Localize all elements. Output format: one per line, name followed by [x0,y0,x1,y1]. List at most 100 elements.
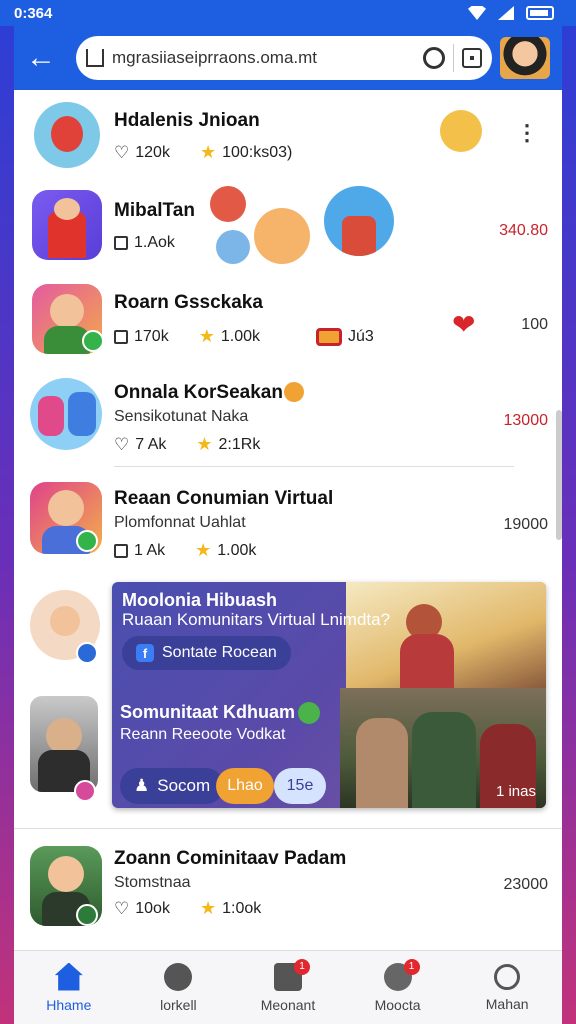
avatar[interactable] [30,696,98,792]
promo-image [346,582,546,688]
avatar [32,190,102,260]
battery-icon [526,6,554,20]
star-icon: ★ [199,142,217,162]
likes-stat: ♡ 7 Ak [114,434,167,454]
stars-stat: ★ 1:0ok [199,898,262,918]
promo-primary-button[interactable]: f Sontate Rocean [122,636,291,670]
avatar [324,186,394,256]
compass-icon [164,962,193,991]
toolbar-divider [453,44,454,72]
home-icon [54,962,83,991]
list-item[interactable]: MibalTan 1.Aok 340.80 [14,182,562,278]
item-value: 100 [521,316,548,333]
back-arrow-icon[interactable]: ← [26,41,66,75]
list-item[interactable]: Roarn Gssckaka 170k ★ 1.00k Jú3 ❤ 100 [14,278,562,374]
sticker-cluster [210,186,310,272]
item-title: MibalTan [114,200,195,221]
heart-icon: ♡ [114,434,130,454]
list-item[interactable]: Hdalenis Jnioan ♡ 120k ★ 100:ks03) ⋮ [14,90,562,182]
promo-pill[interactable]: Lhao [216,768,274,804]
views-stat: 170k [114,326,169,347]
address-bar[interactable]: mgrasiiaseiprraons.oma.mt [76,36,492,80]
views-stat: 1.Aok [114,234,175,252]
status-bar: 0:364 [0,0,576,26]
notification-badge: 1 [403,958,420,975]
nav-messages[interactable]: 1 Meonant [238,958,338,1013]
promo-pill[interactable]: 15e [274,768,326,804]
signal-icon [498,6,514,20]
extra-stat: Jú3 [315,326,374,347]
promo-subtitle-secondary: Reann Reeoote Vodkat [120,726,286,743]
star-icon: ★ [195,540,212,560]
nav-chat[interactable]: 1 Moocta [348,958,448,1013]
item-title: Zoann Cominitaav Padam [114,848,347,869]
item-title: Roarn Gssckaka [114,292,263,313]
facebook-icon: f [136,644,154,662]
stars-stat: ★ 2:1Rk [196,434,261,454]
list-item[interactable]: Zoann Cominitaav Padam Stomstnaa ♡ 10ok ★… [14,838,562,938]
home-icon[interactable] [86,49,104,67]
browser-toolbar: ← mgrasiiaseiprraons.oma.mt [14,26,562,90]
more-options-icon[interactable]: ⋮ [516,120,538,146]
item-value: 23000 [503,876,549,893]
media-icon [114,329,128,344]
item-subtitle: Sensikotunat Naka [114,408,249,425]
nav-home[interactable]: Hhame [19,962,119,1013]
likes-stat: ♡ 120k [114,142,170,162]
tabs-icon[interactable] [462,48,482,68]
views-stat: 1 Ak [114,540,165,561]
feed-list: Hdalenis Jnioan ♡ 120k ★ 100:ks03) ⋮ Mibal… [14,90,562,950]
scrollbar[interactable] [556,410,562,540]
online-badge [82,330,104,352]
divider [114,466,514,467]
edit-badge [76,642,98,664]
divider [14,828,562,829]
user-icon: ♟ [134,776,150,795]
wifi-icon [468,6,486,20]
avatar [440,110,482,152]
item-subtitle: Plomfonnat Uahlat [114,514,246,531]
promo-count: 1 inas [495,783,536,800]
nav-profile[interactable]: Mahan [457,963,557,1012]
online-badge [76,904,98,926]
star-icon: ★ [198,326,215,346]
online-badge [76,530,98,552]
stars-stat: ★ 1.00k [195,540,257,560]
heart-icon: ♡ [114,142,130,162]
media-icon [114,543,128,558]
item-title: Hdalenis Jnioan [114,110,260,131]
item-value: 19000 [503,516,549,533]
status-icons [468,6,554,20]
ticket-icon [315,327,342,346]
list-item[interactable]: Reaan Conumian Virtual Plomfonnat Uahlat… [14,474,562,574]
promo-card[interactable]: Moolonia Hibuash Ruaan Komunitars Virtua… [112,582,546,808]
url-text[interactable]: mgrasiiaseiprraons.oma.mt [112,48,415,68]
item-value: 340.80 [499,222,548,239]
star-icon: ★ [199,898,217,918]
star-icon: ★ [196,434,213,454]
profile-avatar[interactable] [500,37,550,79]
avatar [30,378,102,450]
search-icon[interactable] [423,47,445,69]
bottom-nav: Hhame lorkell 1 Meonant 1 Moocta Mahan [14,950,562,1024]
promo-subtitle: Ruaan Komunitars Virtual Lnimdta? [122,610,391,629]
location-pin-icon[interactable]: ❤ [452,308,475,341]
item-stats: 170k ★ 1.00k Jú3 [114,326,374,347]
status-time: 0:364 [14,4,53,22]
promo-secondary-button[interactable]: ♟ Socom [120,768,225,804]
likes-stat: ♡ 10ok [114,898,170,918]
item-stats: 1.Aok [114,234,175,252]
media-icon [114,236,128,250]
notification-badge: 1 [293,958,310,975]
item-stats: ♡ 10ok ★ 1:0ok [114,898,261,919]
verified-icon [284,382,304,402]
item-title: Onnala KorSeakan [114,382,283,403]
nav-explore[interactable]: lorkell [128,962,228,1013]
heart-icon: ♡ [114,898,130,918]
item-stats: ♡ 120k ★ 100:ks03) [114,142,292,163]
list-item[interactable]: Onnala KorSeakan Sensikotunat Naka ♡ 7 Ak… [14,374,562,470]
item-subtitle: Stomstnaa [114,874,191,891]
item-value: 13000 [503,412,549,429]
check-icon [298,702,320,724]
profile-icon [494,963,521,990]
